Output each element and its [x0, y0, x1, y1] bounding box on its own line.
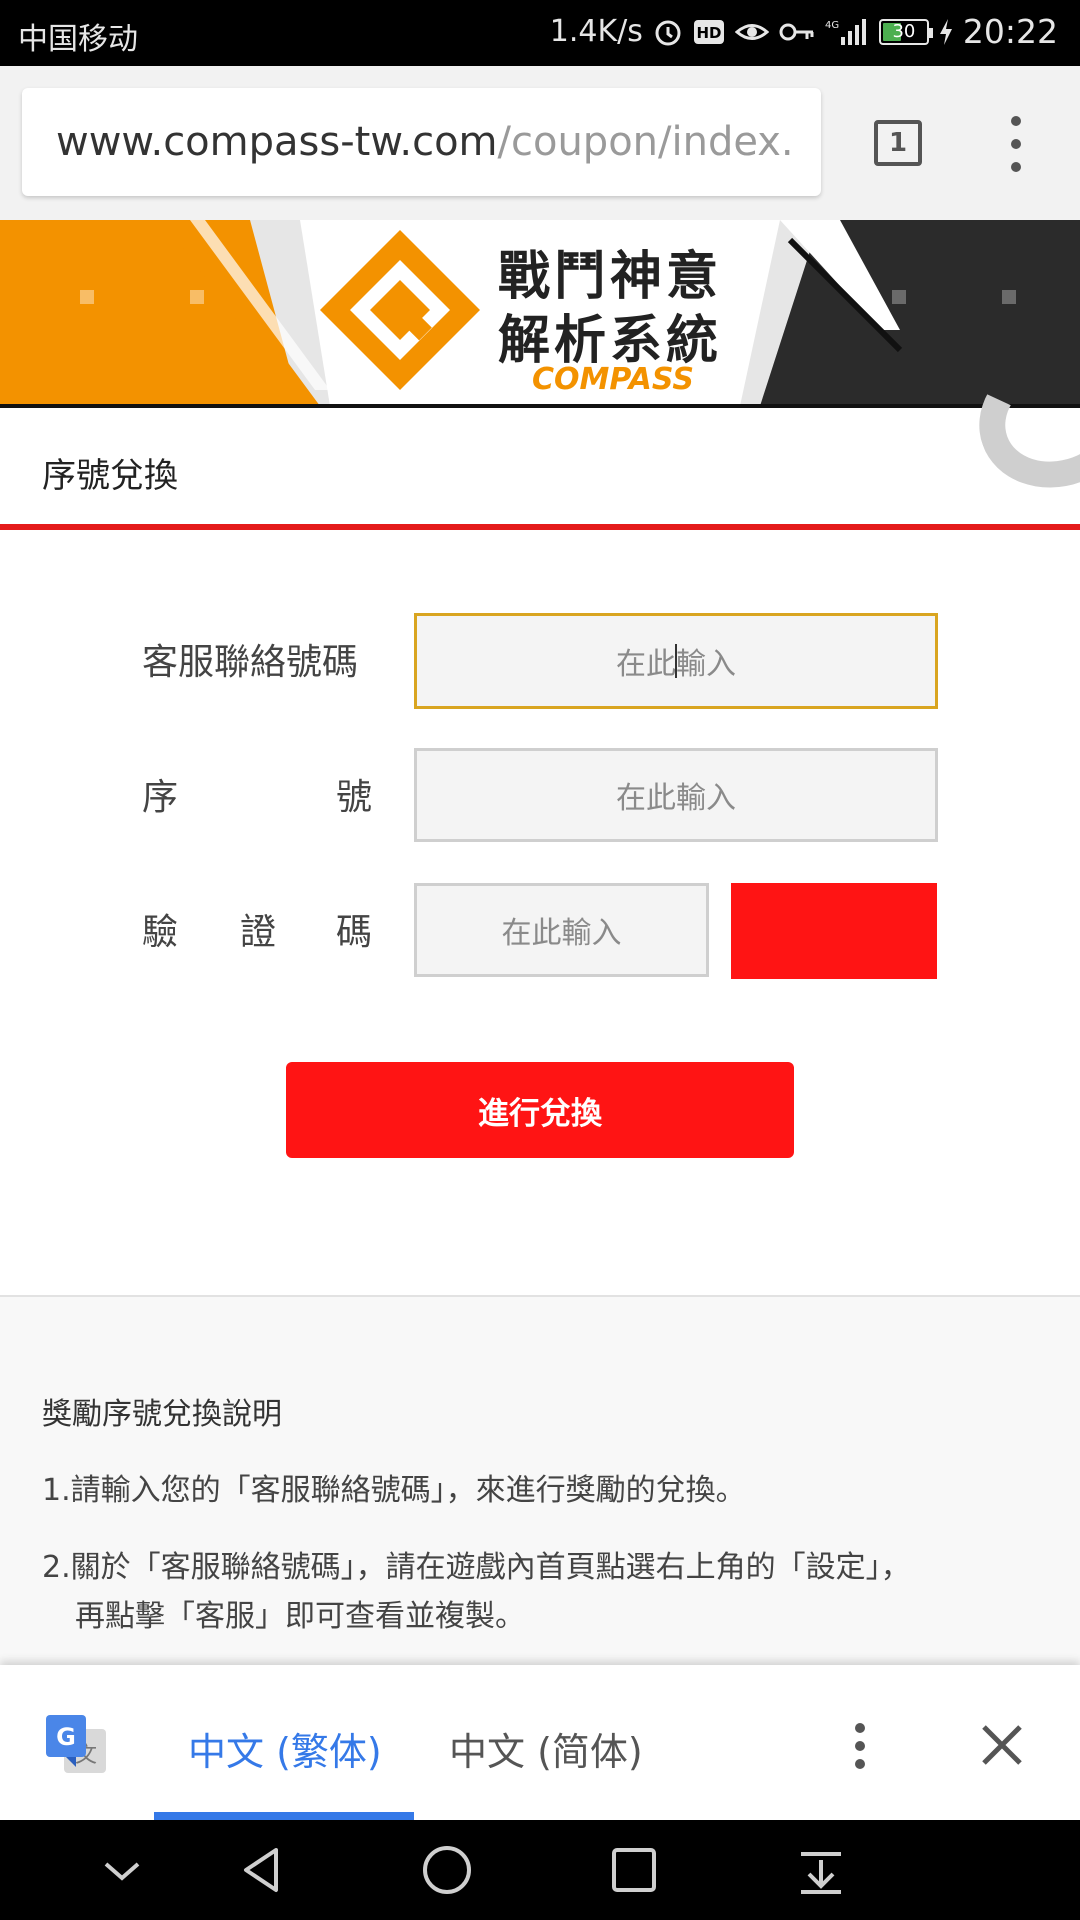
close-icon[interactable]: [978, 1721, 1026, 1769]
section-header: 序號兌換: [0, 408, 1080, 528]
status-bar: 中国移动 1.4K/s HD 4G 30 20:22: [0, 0, 1080, 66]
google-translate-icon[interactable]: 文 G: [46, 1715, 108, 1775]
key-icon: [779, 21, 815, 43]
instructions-title: 獎勵序號兌換說明: [42, 1397, 282, 1432]
home-icon[interactable]: [417, 1840, 477, 1900]
network-speed: 1.4K/s: [549, 14, 643, 49]
serial-label-second: 號: [336, 777, 373, 818]
serial-label-first: 序: [142, 777, 179, 818]
status-icons: 1.4K/s HD 4G 30 20:22: [550, 12, 1058, 51]
contact-number-label: 客服聯絡號碼: [142, 642, 359, 683]
site-banner: 戰鬥神意 解析系統 COMPASS: [0, 220, 1080, 406]
address-bar[interactable]: www.compass-tw.com/coupon/index.: [22, 88, 821, 196]
banner-brand: COMPASS: [532, 362, 694, 397]
redeem-button[interactable]: 進行兌換: [286, 1062, 794, 1158]
contact-number-input[interactable]: 在此 輸入: [414, 613, 938, 709]
active-tab-indicator: [154, 1812, 414, 1820]
tab-switcher-button[interactable]: 1: [874, 120, 922, 166]
chevron-down-icon[interactable]: [92, 1840, 152, 1900]
serial-number-input[interactable]: 在此輸入: [414, 748, 938, 842]
translate-menu-button[interactable]: [852, 1723, 868, 1769]
title-underline: [0, 524, 1080, 530]
svg-text:HD: HD: [696, 24, 721, 42]
captcha-image[interactable]: [731, 883, 937, 979]
notification-pulldown-icon[interactable]: [791, 1840, 851, 1900]
system-nav-bar: [0, 1820, 1080, 1920]
svg-text:G: G: [56, 1723, 76, 1751]
alarm-icon: [653, 17, 683, 47]
carrier-name: 中国移动: [18, 22, 138, 57]
instruction-item-2-continued: 再點擊「客服」即可查看並複製。: [75, 1599, 525, 1634]
translate-bar: 文 G 中文 (繁体) 中文 (简体): [0, 1665, 1080, 1820]
battery-icon: 30: [878, 18, 933, 45]
captcha-label-first: 驗: [142, 912, 179, 953]
captcha-label-second: 證: [240, 912, 277, 953]
instruction-item-2: 2.關於「客服聯絡號碼」，請在遊戲內首頁點選右上角的「設定」，: [42, 1550, 911, 1585]
captcha-input[interactable]: 在此輸入: [414, 883, 709, 977]
hd-icon: HD: [693, 18, 725, 46]
signal-4g-icon: 4G: [825, 17, 869, 47]
tab-simplified-chinese[interactable]: 中文 (简体): [449, 1721, 643, 1776]
eye-icon: [734, 19, 769, 45]
charging-icon: [939, 18, 953, 45]
url-domain: www.compass-tw.com: [56, 119, 498, 165]
tab-traditional-chinese[interactable]: 中文 (繁体): [188, 1721, 382, 1776]
instruction-item-1: 1.請輸入您的「客服聯絡號碼」，來進行獎勵的兌換。: [42, 1473, 746, 1508]
url-path: /coupon/index.: [497, 119, 794, 165]
browser-menu-button[interactable]: [1000, 116, 1032, 172]
page-title: 序號兌換: [42, 456, 178, 496]
captcha-label-third: 碼: [336, 912, 373, 953]
back-icon[interactable]: [232, 1840, 292, 1900]
clock: 20:22: [962, 12, 1058, 51]
browser-toolbar: www.compass-tw.com/coupon/index. 1: [0, 66, 1080, 220]
svg-text:4G: 4G: [825, 20, 839, 31]
recents-icon[interactable]: [604, 1840, 664, 1900]
instructions-panel: 獎勵序號兌換說明 1.請輸入您的「客服聯絡號碼」，來進行獎勵的兌換。 2.關於「…: [0, 1295, 1080, 1665]
